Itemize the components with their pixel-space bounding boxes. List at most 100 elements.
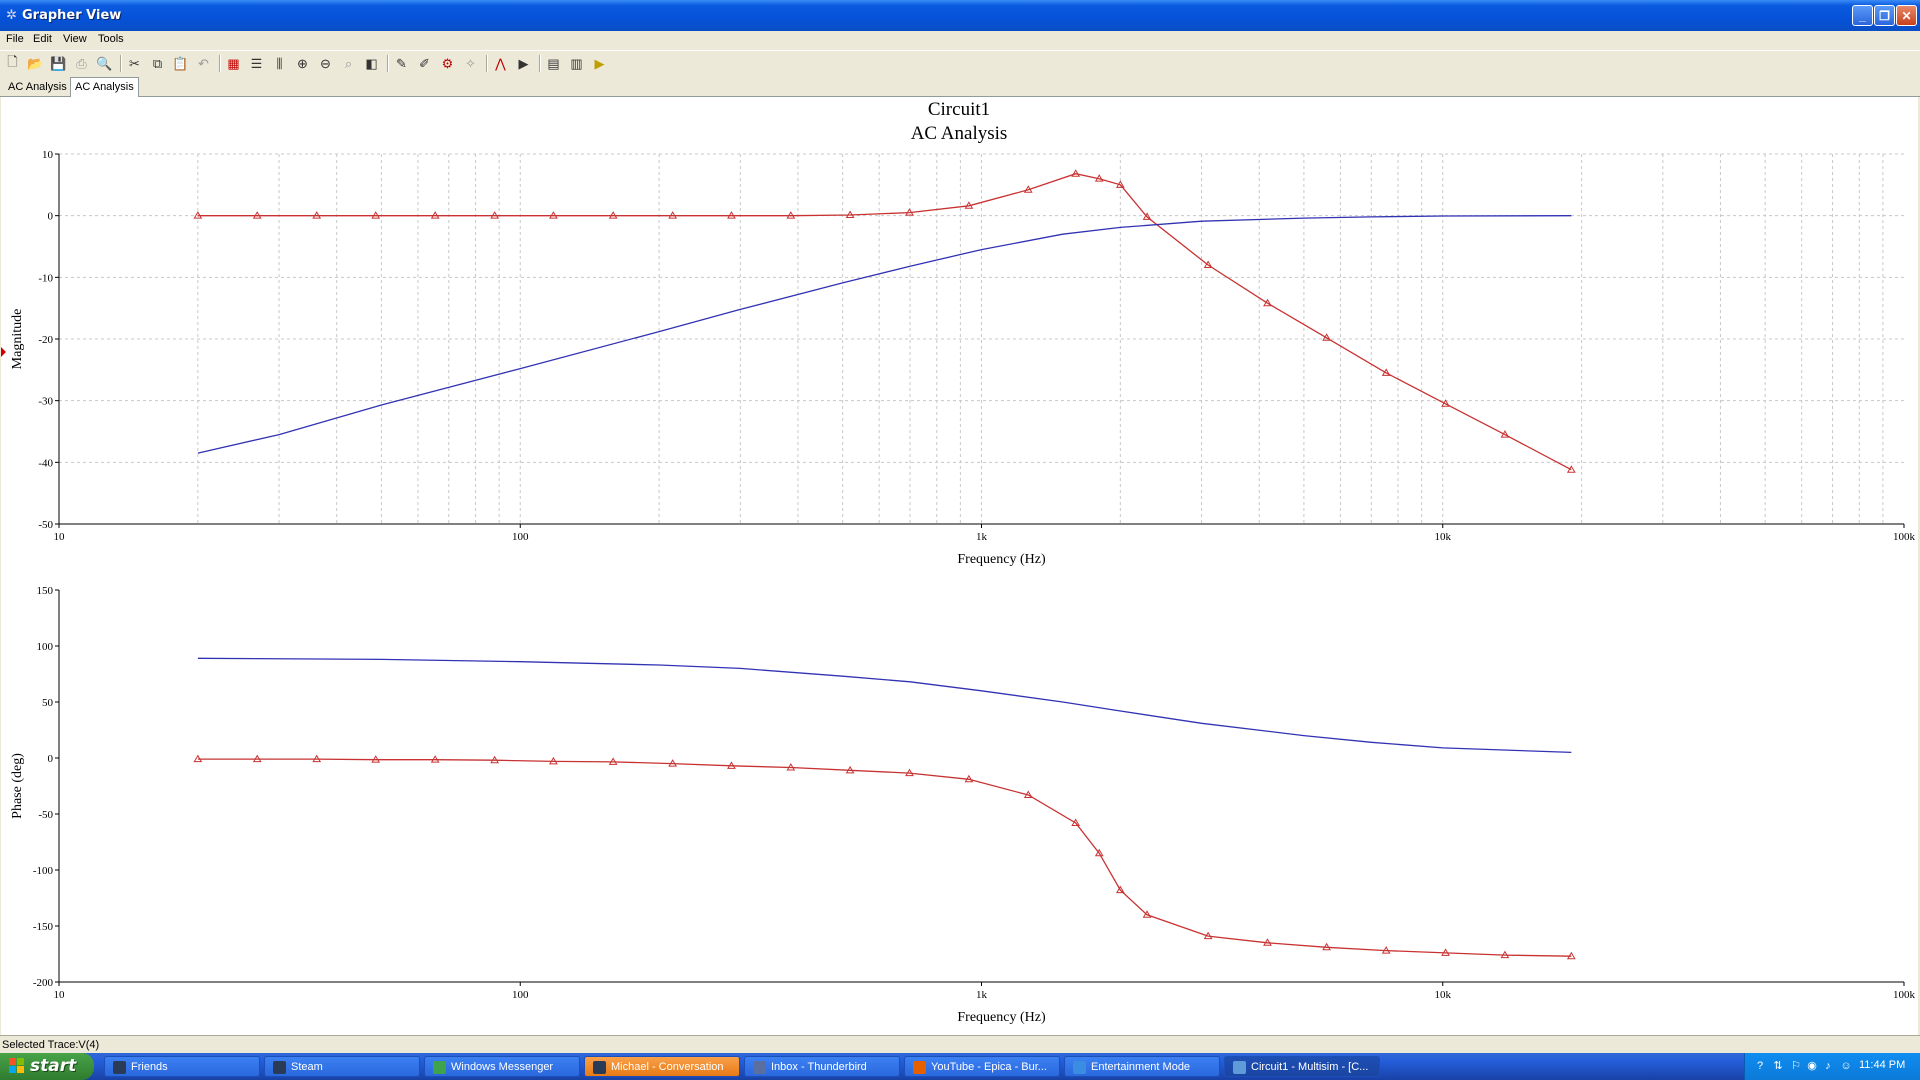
menu-tools[interactable]: Tools bbox=[98, 33, 124, 45]
toolbar-separator bbox=[219, 55, 221, 72]
y-tick-label: 0 bbox=[48, 211, 54, 223]
print-preview-icon[interactable]: 🔍 bbox=[95, 54, 114, 73]
overlay-traces-icon[interactable]: ⋀ bbox=[491, 54, 510, 73]
close-button[interactable]: ✕ bbox=[1896, 5, 1917, 26]
y-tick-label: 100 bbox=[37, 641, 54, 653]
y-tick-label: 150 bbox=[37, 585, 54, 597]
menu-view[interactable]: View bbox=[63, 33, 87, 45]
status-bar: Selected Trace:V(4) bbox=[0, 1035, 1920, 1054]
y-tick-label: -40 bbox=[38, 457, 53, 469]
tab-bar: AC Analysis AC Analysis bbox=[0, 77, 1920, 97]
open-icon[interactable]: 📂 bbox=[26, 54, 45, 73]
new-icon[interactable]: 🗋 bbox=[3, 54, 22, 73]
clock: 11:44 PM bbox=[1859, 1059, 1906, 1071]
taskbar-button-1[interactable]: Steam bbox=[264, 1056, 420, 1077]
taskbar-button-label: Inbox - Thunderbird bbox=[771, 1061, 867, 1073]
tab-ac-analysis-1[interactable]: AC Analysis bbox=[4, 79, 71, 95]
export-mathcad-icon[interactable]: ▥ bbox=[567, 54, 586, 73]
steam-icon bbox=[273, 1061, 286, 1074]
trace-line-1 bbox=[197, 657, 1572, 754]
y-tick-label: 0 bbox=[48, 753, 54, 765]
trace-line-0 bbox=[197, 173, 1572, 471]
graph-area[interactable]: Circuit1 AC Analysis 10 100 1k 10k 100k 10 0 -1… bbox=[1, 97, 1918, 1035]
window-title: Grapher View bbox=[22, 8, 122, 23]
export-excel-icon[interactable]: ▤ bbox=[544, 54, 563, 73]
taskbar-button-3[interactable]: Michael - Conversation bbox=[584, 1056, 740, 1077]
taskbar-button-label: Friends bbox=[131, 1061, 168, 1073]
phase-panel[interactable]: 10 100 1k 10k 100k 150 100 50 0 -50 -100 -150 -200 Fr… bbox=[10, 585, 1916, 1025]
bode-plot[interactable]: Circuit1 AC Analysis 10 100 1k 10k 100k100-1… bbox=[1, 97, 1918, 1035]
y-tick-label: -20 bbox=[38, 334, 53, 346]
taskbar-button-6[interactable]: Entertainment Mode bbox=[1064, 1056, 1220, 1077]
y-tick-label: -50 bbox=[38, 519, 53, 531]
menu-edit[interactable]: Edit bbox=[33, 33, 52, 45]
taskbar-button-label: YouTube - Epica - Bur... bbox=[931, 1061, 1047, 1073]
x-tick-label: 10k bbox=[1435, 989, 1452, 1001]
graph-subtitle: AC Analysis bbox=[911, 123, 1008, 144]
toggle-grid-icon[interactable]: ▦ bbox=[224, 54, 243, 73]
x-tick-label: 10 bbox=[54, 531, 66, 543]
restore-button[interactable]: ❐ bbox=[1874, 5, 1895, 26]
select-marks-icon[interactable]: ✎ bbox=[392, 54, 411, 73]
zoom-out-icon[interactable]: ⊖ bbox=[316, 54, 335, 73]
magnitude-panel[interactable]: 10 100 1k 10k 100k100-10-20-30-40-50Frequenc… bbox=[10, 149, 1916, 567]
zoom-full-icon[interactable]: ⌕ bbox=[339, 54, 358, 73]
taskbar-button-4[interactable]: Inbox - Thunderbird bbox=[744, 1056, 900, 1077]
y-tick-label: -150 bbox=[33, 921, 54, 933]
taskbar-button-label: Steam bbox=[291, 1061, 323, 1073]
y-axis-label: Phase (deg) bbox=[10, 753, 25, 819]
help-icon[interactable]: ? bbox=[1753, 1059, 1767, 1073]
taskbar-button-7[interactable]: Circuit1 - Multisim - [C... bbox=[1224, 1056, 1380, 1077]
run-icon[interactable]: ▶ bbox=[590, 54, 609, 73]
toolbar-separator bbox=[539, 55, 541, 72]
x-tick-label: 100 bbox=[512, 531, 529, 543]
steam-tray-icon[interactable]: ◉ bbox=[1805, 1059, 1819, 1073]
x-axis-label: Frequency (Hz) bbox=[957, 552, 1046, 567]
taskbar: start Friends Steam Windows Messenger Micha… bbox=[0, 1053, 1920, 1080]
taskbar-button-2[interactable]: Windows Messenger bbox=[424, 1056, 580, 1077]
taskbar-button-label: Windows Messenger bbox=[451, 1061, 554, 1073]
x-tick-label: 100 bbox=[512, 989, 529, 1001]
system-tray: ? ⇅ ⚐ ◉ ♪ ☺ 11:44 PM bbox=[1744, 1053, 1920, 1080]
y-axis-label: Magnitude bbox=[10, 309, 25, 370]
print-icon[interactable]: ⎙ bbox=[72, 54, 91, 73]
y-tick-label: -200 bbox=[33, 977, 54, 989]
x-tick-label: 1k bbox=[976, 531, 988, 543]
export-icon[interactable]: ✧ bbox=[461, 54, 480, 73]
add-trace-icon[interactable]: ▶ bbox=[514, 54, 533, 73]
security-icon[interactable]: ⚐ bbox=[1789, 1059, 1803, 1073]
graph-title: Circuit1 bbox=[928, 99, 990, 120]
copy-icon[interactable]: ⧉ bbox=[148, 54, 167, 73]
messenger-tray-icon[interactable]: ☺ bbox=[1839, 1059, 1853, 1073]
trace-line-1 bbox=[197, 215, 1572, 454]
paste-icon[interactable]: 📋 bbox=[171, 54, 190, 73]
properties-icon[interactable]: ⚙ bbox=[438, 54, 457, 73]
network-icon[interactable]: ⇅ bbox=[1771, 1059, 1785, 1073]
menu-bar: File Edit View Tools bbox=[0, 31, 1920, 49]
taskbar-button-5[interactable]: YouTube - Epica - Bur... bbox=[904, 1056, 1060, 1077]
start-button[interactable]: start bbox=[0, 1053, 94, 1080]
reverse-colors-icon[interactable]: ◧ bbox=[362, 54, 381, 73]
windows-logo-icon bbox=[9, 1058, 25, 1074]
taskbar-button-0[interactable]: Friends bbox=[104, 1056, 260, 1077]
multisim-icon bbox=[1233, 1061, 1246, 1074]
cursors-icon[interactable]: ⫼ bbox=[270, 54, 289, 73]
add-text-icon[interactable]: ✐ bbox=[415, 54, 434, 73]
save-icon[interactable]: 💾 bbox=[49, 54, 68, 73]
tab-ac-analysis-2[interactable]: AC Analysis bbox=[70, 77, 139, 97]
x-tick-label: 10k bbox=[1435, 531, 1452, 543]
app-icon bbox=[1073, 1061, 1086, 1074]
x-axis-label: Frequency (Hz) bbox=[957, 1010, 1046, 1025]
minimize-button[interactable]: _ bbox=[1852, 5, 1873, 26]
taskbar-button-label: Circuit1 - Multisim - [C... bbox=[1251, 1061, 1369, 1073]
zoom-in-icon[interactable]: ⊕ bbox=[293, 54, 312, 73]
undo-icon[interactable]: ↶ bbox=[194, 54, 213, 73]
y-tick-label: 50 bbox=[42, 697, 54, 709]
cut-icon[interactable]: ✂ bbox=[125, 54, 144, 73]
toolbar-separator bbox=[486, 55, 488, 72]
grapher-app-icon[interactable]: ✲ bbox=[6, 8, 20, 22]
toolbar-separator bbox=[120, 55, 122, 72]
toggle-legend-icon[interactable]: ☰ bbox=[247, 54, 266, 73]
volume-icon[interactable]: ♪ bbox=[1821, 1059, 1835, 1073]
menu-file[interactable]: File bbox=[6, 33, 24, 45]
